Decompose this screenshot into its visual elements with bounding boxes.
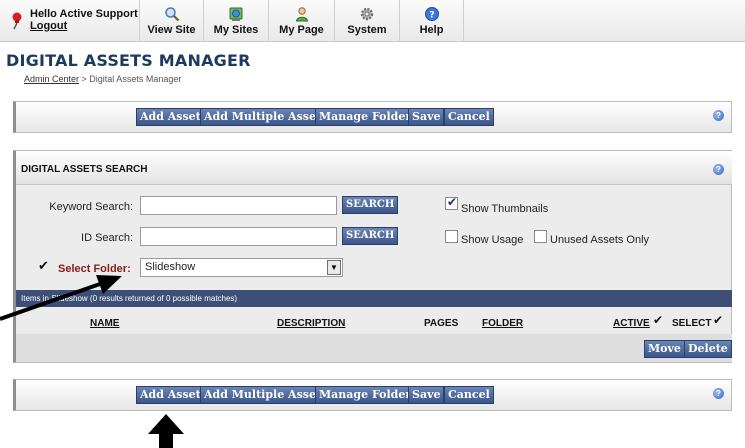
bottom-action-bar: Add Asset Add Multiple Assets Manage Fol… (13, 379, 732, 411)
active-checkmark-icon[interactable]: ✔ (653, 313, 663, 327)
page-title: DIGITAL ASSETS MANAGER (6, 51, 251, 70)
column-folder[interactable]: FOLDER (482, 318, 523, 329)
user-box: Hello Active Support Logout (0, 0, 140, 42)
unused-assets-only-checkbox[interactable] (534, 230, 547, 243)
breadcrumb-current: Digital Assets Manager (89, 74, 182, 84)
checkmark-icon: ✔ (38, 258, 49, 273)
nav-help-label: Help (419, 24, 444, 36)
delete-button[interactable]: Delete (684, 340, 732, 358)
nav-view-site-label: View Site (147, 24, 196, 36)
results-summary-bar: Items in Slideshow (0 results returned o… (16, 290, 732, 307)
cancel-button-bottom[interactable]: Cancel (444, 386, 494, 404)
breadcrumb: Admin Center > Digital Assets Manager (24, 74, 181, 84)
hello-text: Hello Active Support (30, 8, 138, 20)
add-multiple-assets-button-bottom[interactable]: Add Multiple Assets (200, 386, 332, 404)
unused-assets-only-label: Unused Assets Only (550, 234, 650, 246)
select-folder-value: Slideshow (145, 261, 196, 273)
help-icon[interactable]: ? (713, 164, 724, 175)
manage-folders-button[interactable]: Manage Folders (315, 108, 422, 126)
column-active[interactable]: ACTIVE (613, 318, 650, 329)
select-folder-label: Select Folder: (58, 263, 131, 275)
search-panel-title: DIGITAL ASSETS SEARCH (21, 164, 148, 175)
keyword-search-button[interactable]: SEARCH (342, 196, 399, 214)
nav-view-site[interactable]: View Site (140, 0, 204, 42)
magnifier-icon (164, 7, 179, 22)
column-name[interactable]: NAME (90, 318, 119, 329)
select-folder-dropdown[interactable]: Slideshow ▼ (140, 258, 343, 277)
add-asset-button-bottom[interactable]: Add Asset (136, 386, 205, 404)
nav-my-page[interactable]: My Page (269, 0, 335, 42)
nav-system-label: System (347, 24, 387, 36)
nav-my-sites-label: My Sites (213, 24, 259, 36)
id-search-button[interactable]: SEARCH (342, 227, 399, 245)
manage-folders-button-bottom[interactable]: Manage Folders (315, 386, 422, 404)
add-multiple-assets-button[interactable]: Add Multiple Assets (200, 108, 332, 126)
keyword-search-label: Keyword Search: (49, 201, 133, 213)
top-action-bar: Add Asset Add Multiple Assets Manage Fol… (13, 101, 732, 133)
column-pages: PAGES (424, 318, 459, 329)
help-icon: ? (424, 7, 439, 21)
chevron-down-icon[interactable]: ▼ (327, 260, 341, 275)
user-icon (295, 7, 308, 22)
nav-my-sites[interactable]: My Sites (204, 0, 269, 42)
svg-text:?: ? (429, 11, 434, 21)
save-button[interactable]: Save (408, 108, 445, 126)
select-all-checkmark-icon[interactable]: ✔ (713, 313, 723, 327)
help-icon[interactable]: ? (713, 110, 724, 121)
column-select: SELECT (672, 318, 712, 329)
show-thumbnails-checkbox[interactable] (445, 195, 458, 210)
show-usage-checkbox[interactable] (445, 230, 458, 243)
nav-my-page-label: My Page (279, 24, 324, 36)
nav-system[interactable]: System (335, 0, 400, 42)
help-icon[interactable]: ? (713, 388, 724, 399)
pushpin-icon (12, 12, 22, 30)
up-arrow-annotation (148, 414, 184, 448)
digital-assets-search-panel: DIGITAL ASSETS SEARCH ? Keyword Search: … (13, 150, 732, 363)
search-panel-header: DIGITAL ASSETS SEARCH ? (16, 151, 732, 185)
id-search-label: ID Search: (81, 232, 133, 244)
column-description[interactable]: DESCRIPTION (277, 318, 345, 329)
move-button[interactable]: Move (644, 340, 685, 358)
id-search-input[interactable] (140, 227, 337, 246)
show-usage-label: Show Usage (461, 234, 524, 246)
logout-link[interactable]: Logout (30, 20, 67, 32)
gear-icon (360, 7, 374, 21)
add-asset-button[interactable]: Add Asset (136, 108, 205, 126)
breadcrumb-separator: > (79, 74, 90, 84)
results-footer-row (16, 334, 732, 362)
cancel-button[interactable]: Cancel (444, 108, 494, 126)
top-navigation-bar: Hello Active Support Logout View Site My… (0, 0, 745, 42)
breadcrumb-admin-center[interactable]: Admin Center (24, 74, 79, 84)
sites-icon (229, 7, 243, 21)
save-button-bottom[interactable]: Save (408, 386, 445, 404)
nav-help[interactable]: ? Help (400, 0, 464, 42)
show-thumbnails-label: Show Thumbnails (461, 203, 549, 215)
keyword-search-input[interactable] (140, 196, 337, 215)
